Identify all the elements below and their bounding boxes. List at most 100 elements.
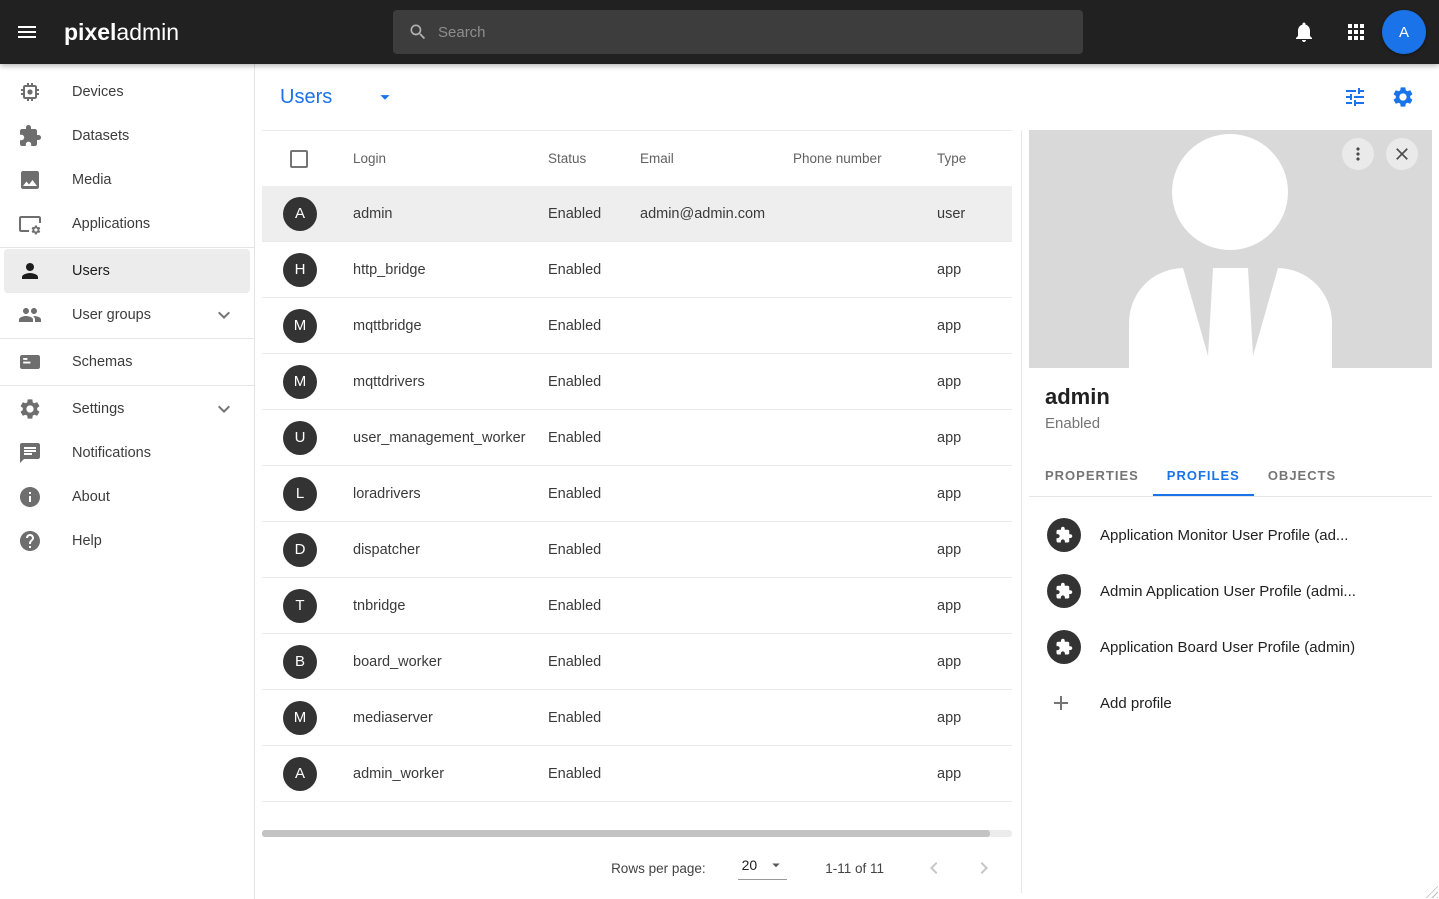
- cell-login: tnbridge: [340, 598, 535, 614]
- sidebar-item-help[interactable]: Help: [4, 519, 250, 563]
- profiles-list: Application Monitor User Profile (ad... …: [1029, 497, 1432, 731]
- apps-grid-button[interactable]: [1344, 20, 1368, 44]
- app-window-icon: [18, 212, 42, 236]
- dropdown-arrow-icon: [374, 86, 396, 108]
- search-bar[interactable]: [393, 10, 1083, 54]
- list-item[interactable]: Application Board User Profile (admin): [1029, 619, 1432, 675]
- puzzle-icon: [18, 124, 42, 148]
- sidebar-item-settings[interactable]: Settings: [4, 387, 250, 431]
- info-icon: [18, 485, 42, 509]
- sidebar-item-schemas[interactable]: Schemas: [4, 340, 250, 384]
- filter-columns-button[interactable]: [1343, 85, 1367, 109]
- user-detail-panel: admin Enabled PROPERTIES PROFILES OBJECT…: [1029, 130, 1432, 731]
- chip-icon: [18, 80, 42, 104]
- select-all-checkbox[interactable]: [290, 150, 308, 168]
- cell-login: mediaserver: [340, 710, 535, 726]
- help-icon: [18, 529, 42, 553]
- cell-type: app: [924, 262, 1012, 278]
- table-row[interactable]: A admin_worker Enabled app: [262, 746, 1012, 802]
- sidebar-item-devices[interactable]: Devices: [4, 70, 250, 114]
- table-pagination: Rows per page: 20 1-11 of 11: [262, 840, 1012, 896]
- sidebar-divider: [0, 247, 254, 248]
- cell-status: Enabled: [535, 710, 627, 726]
- brand-logo: pixeladmin: [64, 19, 179, 46]
- tab-properties[interactable]: PROPERTIES: [1045, 456, 1153, 496]
- list-item[interactable]: Admin Application User Profile (admi...: [1029, 563, 1432, 619]
- sidebar-item-datasets[interactable]: Datasets: [4, 114, 250, 158]
- table-row[interactable]: T tnbridge Enabled app: [262, 578, 1012, 634]
- top-app-bar: pixeladmin A: [0, 0, 1439, 64]
- cell-login: board_worker: [340, 654, 535, 670]
- user-avatar-button[interactable]: A: [1382, 10, 1426, 54]
- panel-close-button[interactable]: [1386, 138, 1418, 170]
- table-row[interactable]: M mqttdrivers Enabled app: [262, 354, 1012, 410]
- sidebar-item-user-groups[interactable]: User groups: [4, 293, 250, 337]
- bell-icon: [1292, 20, 1316, 44]
- cell-status: Enabled: [535, 318, 627, 334]
- cell-status: Enabled: [535, 654, 627, 670]
- chevron-down-icon: [212, 397, 236, 421]
- users-table: Login Status Email Phone number Type A a…: [262, 130, 1012, 802]
- table-row[interactable]: D dispatcher Enabled app: [262, 522, 1012, 578]
- table-row[interactable]: L loradrivers Enabled app: [262, 466, 1012, 522]
- next-page-button[interactable]: [972, 856, 996, 880]
- table-header-row: Login Status Email Phone number Type: [262, 130, 1012, 186]
- sidebar-item-about[interactable]: About: [4, 475, 250, 519]
- page-title-dropdown[interactable]: Users: [280, 86, 396, 109]
- table-settings-button[interactable]: [1391, 85, 1415, 109]
- cell-login: user_management_worker: [340, 430, 535, 446]
- table-row[interactable]: B board_worker Enabled app: [262, 634, 1012, 690]
- tab-objects[interactable]: OBJECTS: [1254, 456, 1350, 496]
- detail-user-name: admin: [1045, 384, 1416, 410]
- add-profile-button[interactable]: Add profile: [1029, 675, 1432, 731]
- cell-login: admin: [340, 206, 535, 222]
- profile-label: Admin Application User Profile (admi...: [1100, 583, 1356, 600]
- sidebar-item-label: Devices: [72, 84, 124, 100]
- search-input[interactable]: [438, 24, 1058, 41]
- sidebar-item-label: Users: [72, 263, 110, 279]
- brand-bold: pixel: [64, 19, 116, 45]
- cell-status: Enabled: [535, 430, 627, 446]
- previous-page-button[interactable]: [922, 856, 946, 880]
- scrollbar-thumb[interactable]: [262, 830, 990, 837]
- avatar: M: [283, 309, 317, 343]
- table-row[interactable]: A admin Enabled admin@admin.com user: [262, 186, 1012, 242]
- profile-label: Application Monitor User Profile (ad...: [1100, 527, 1348, 544]
- cell-type: app: [924, 598, 1012, 614]
- list-item[interactable]: Application Monitor User Profile (ad...: [1029, 507, 1432, 563]
- sidebar-item-users[interactable]: Users: [4, 249, 250, 293]
- rows-per-page-select[interactable]: 20: [738, 856, 788, 880]
- rows-per-page-label: Rows per page:: [611, 861, 706, 876]
- profile-photo-placeholder: [1029, 130, 1432, 368]
- cell-type: app: [924, 430, 1012, 446]
- table-row[interactable]: M mqttbridge Enabled app: [262, 298, 1012, 354]
- chat-icon: [18, 441, 42, 465]
- dropdown-arrow-icon: [767, 856, 785, 874]
- table-row[interactable]: M mediaserver Enabled app: [262, 690, 1012, 746]
- tab-profiles[interactable]: PROFILES: [1153, 456, 1254, 496]
- sidebar-item-applications[interactable]: Applications: [4, 202, 250, 246]
- horizontal-scrollbar[interactable]: [262, 830, 1012, 837]
- sidebar-item-notifications[interactable]: Notifications: [4, 431, 250, 475]
- table-row[interactable]: H http_bridge Enabled app: [262, 242, 1012, 298]
- menu-icon: [15, 20, 39, 44]
- person-silhouette: [1029, 130, 1432, 368]
- avatar: M: [283, 701, 317, 735]
- panel-menu-button[interactable]: [1342, 138, 1374, 170]
- column-header-login: Login: [340, 151, 535, 166]
- column-header-phone: Phone number: [780, 151, 924, 166]
- panel-divider: [1021, 130, 1022, 893]
- cell-status: Enabled: [535, 486, 627, 502]
- page-header: Users: [256, 64, 1439, 130]
- chevron-down-icon: [212, 303, 236, 327]
- sidebar-item-media[interactable]: Media: [4, 158, 250, 202]
- cell-login: loradrivers: [340, 486, 535, 502]
- notifications-button[interactable]: [1292, 20, 1316, 44]
- table-row[interactable]: U user_management_worker Enabled app: [262, 410, 1012, 466]
- cell-status: Enabled: [535, 766, 627, 782]
- column-header-type: Type: [924, 151, 1012, 166]
- window-resize-grip[interactable]: [1424, 884, 1438, 898]
- cell-login: mqttbridge: [340, 318, 535, 334]
- menu-button[interactable]: [3, 8, 51, 56]
- cell-status: Enabled: [535, 206, 627, 222]
